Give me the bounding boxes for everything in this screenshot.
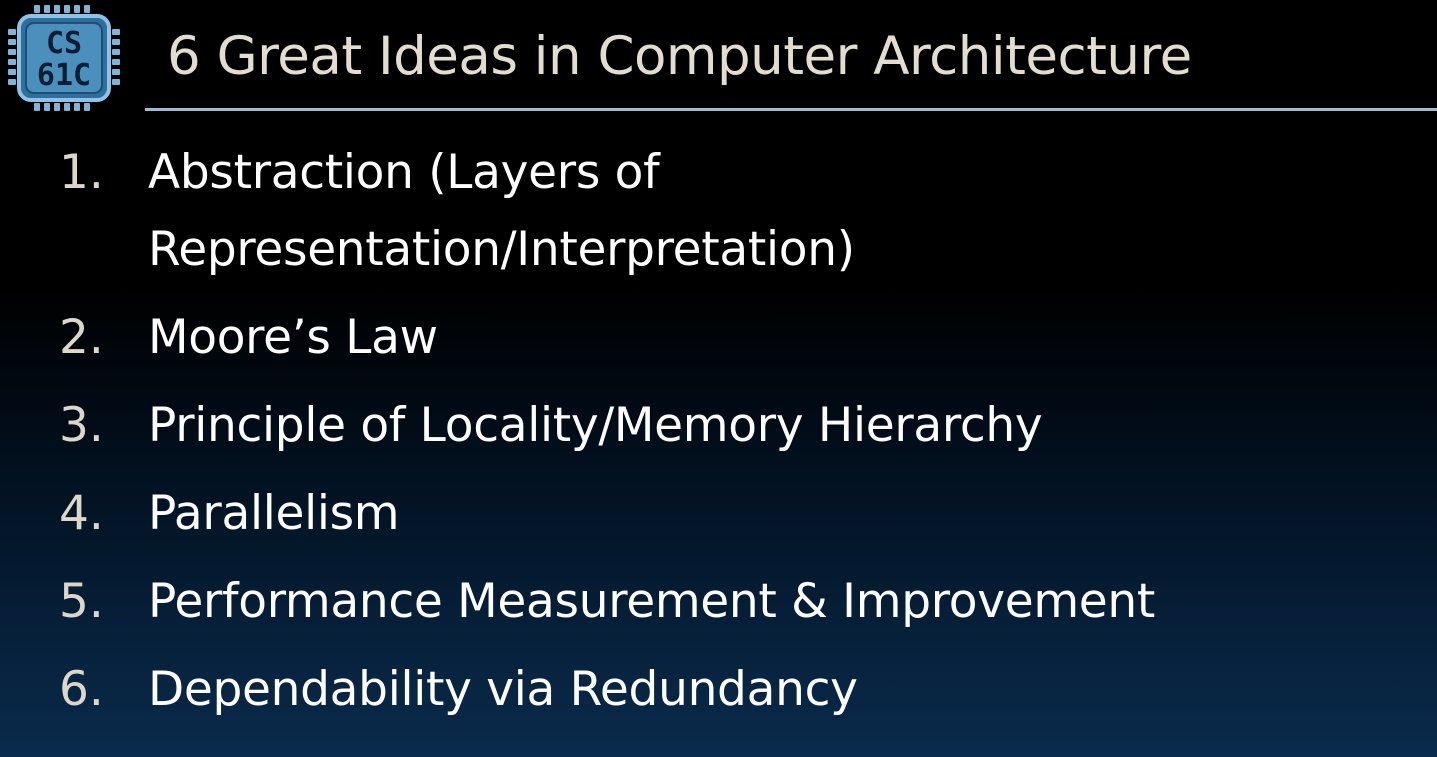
- list-item: 5. Performance Measurement & Improvement: [0, 563, 1437, 640]
- logo-line2: 61C: [37, 58, 91, 93]
- title-divider: [145, 108, 1437, 111]
- item-text: Parallelism: [148, 475, 1348, 552]
- item-text-line: Dependability via Redundancy: [148, 662, 858, 717]
- item-text-line: Parallelism: [148, 486, 400, 541]
- item-text: Moore’s Law: [148, 299, 1348, 376]
- cs61c-logo-icon: CS 61C: [8, 5, 120, 111]
- item-number: 6.: [59, 662, 104, 717]
- logo-line1: CS: [46, 26, 82, 61]
- item-number: 4.: [59, 486, 104, 541]
- item-text-line: Representation/Interpretation): [148, 222, 855, 277]
- item-text-line: Abstraction (Layers of: [148, 145, 660, 200]
- slide-title: 6 Great Ideas in Computer Architecture: [167, 26, 1192, 87]
- list-item: 2. Moore’s Law: [0, 299, 1437, 376]
- item-number: 1.: [59, 145, 104, 200]
- item-number: 2.: [59, 310, 104, 365]
- item-text-line: Moore’s Law: [148, 310, 438, 365]
- item-text: Principle of Locality/Memory Hierarchy: [148, 387, 1348, 464]
- item-number: 3.: [59, 398, 104, 453]
- list-item: 4. Parallelism: [0, 475, 1437, 552]
- slide: CS 61C 6 Great Ideas in Computer Archite…: [0, 0, 1437, 757]
- item-text: Dependability via Redundancy: [148, 651, 1348, 728]
- item-number: 5.: [59, 574, 104, 629]
- item-text: Abstraction (Layers of Representation/In…: [148, 134, 1348, 288]
- item-text-line: Performance Measurement & Improvement: [148, 574, 1156, 629]
- list-item: 6. Dependability via Redundancy: [0, 651, 1437, 728]
- ideas-list: 1. Abstraction (Layers of Representation…: [0, 134, 1437, 739]
- item-text-line: Principle of Locality/Memory Hierarchy: [148, 398, 1043, 453]
- item-text: Performance Measurement & Improvement: [148, 563, 1348, 640]
- list-item: 3. Principle of Locality/Memory Hierarch…: [0, 387, 1437, 464]
- list-item: 1. Abstraction (Layers of Representation…: [0, 134, 1437, 288]
